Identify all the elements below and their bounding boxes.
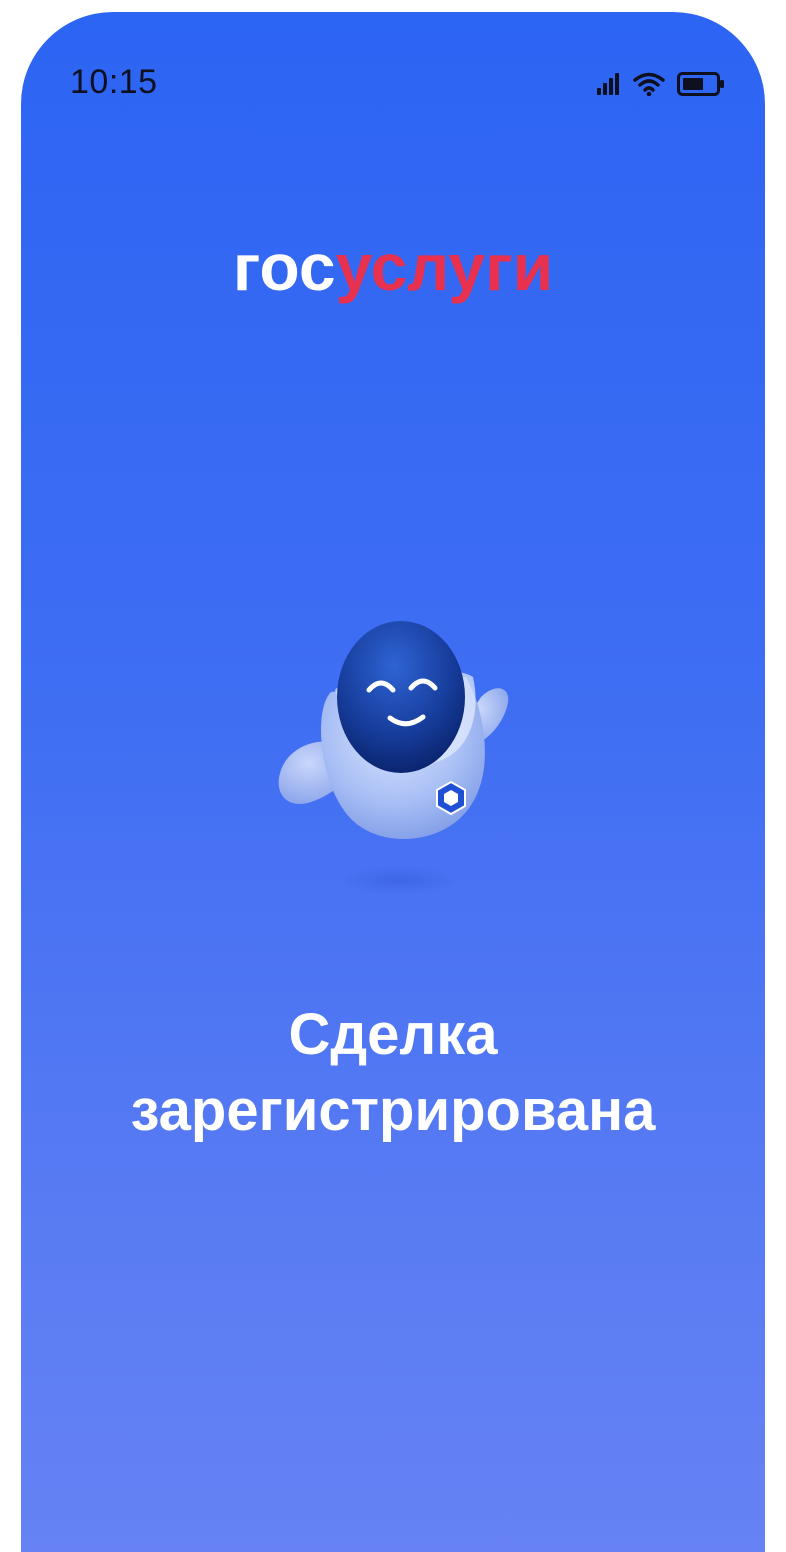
gosuslugi-logo: госуслуги (21, 234, 765, 300)
logo-part-uslugi: услуги (335, 230, 554, 304)
cellular-signal-icon (597, 73, 619, 95)
logo-part-gos: гос (232, 230, 336, 304)
battery-icon (677, 72, 724, 96)
status-time: 10:15 (70, 63, 158, 101)
robot-mascot-icon (278, 621, 509, 894)
wifi-icon (633, 72, 665, 96)
status-bar: 10:15 (21, 12, 765, 162)
status-icons (597, 72, 725, 96)
success-message: Сделка зарегистрирована (21, 997, 765, 1149)
success-message-line1: Сделка (288, 1002, 498, 1067)
phone-screen: 10:15 госуслуги Сделка зарегистрирована (21, 12, 765, 1552)
success-message-line2: зарегистрирована (130, 1078, 656, 1143)
